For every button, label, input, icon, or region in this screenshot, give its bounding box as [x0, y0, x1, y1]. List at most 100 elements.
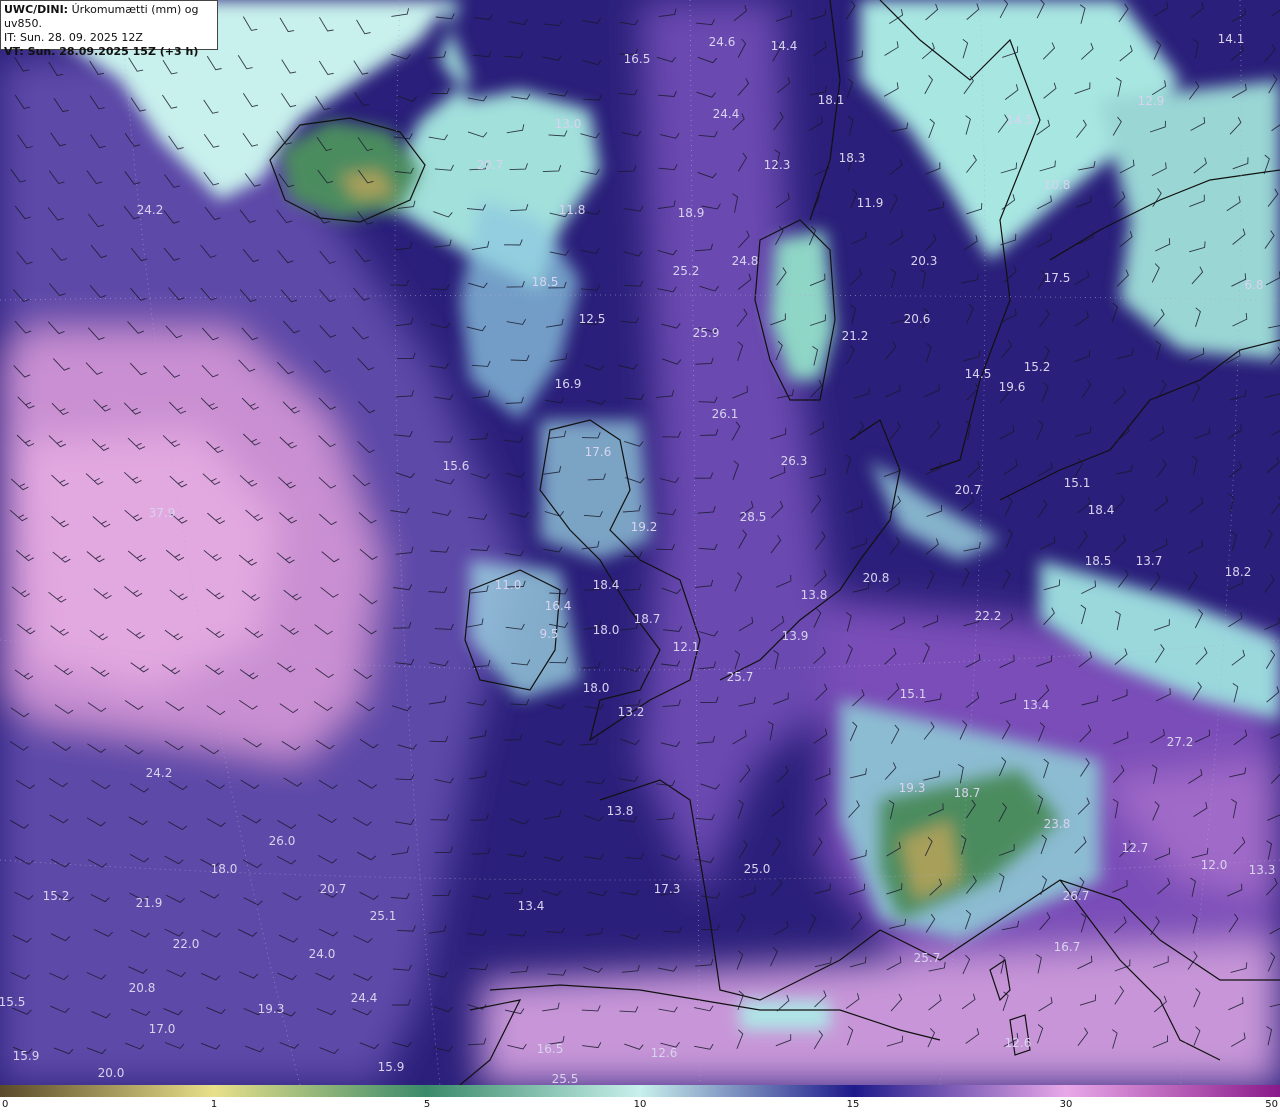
value-label: 18.5 [1085, 554, 1112, 568]
precipitable-water-map: 16.5 24.6 14.4 14.1 18.1 12.9 13.0 24.4 14.5 20.7… [0, 0, 1280, 1085]
colorbar-tick: 5 [423, 1099, 431, 1110]
value-label: 19.2 [631, 520, 658, 534]
value-label: 11.8 [559, 203, 586, 217]
value-label: 12.5 [579, 312, 606, 326]
value-label: 25.0 [744, 862, 771, 876]
value-label: 20.0 [98, 1066, 125, 1080]
value-label: 9.5 [539, 627, 558, 641]
value-label: 6.8 [1244, 278, 1263, 292]
value-label: 12.3 [764, 158, 791, 172]
value-label: 20.7 [955, 483, 982, 497]
colorbar-tick: 10 [633, 1099, 647, 1110]
value-label: 15.1 [1064, 476, 1091, 490]
value-label: 24.4 [351, 991, 378, 1005]
value-label: 10.8 [1044, 178, 1071, 192]
value-label: 15.2 [1024, 360, 1051, 374]
value-label: 18.3 [839, 151, 866, 165]
value-label: 19.3 [258, 1002, 285, 1016]
value-label: 13.0 [555, 117, 582, 131]
value-label: 26.3 [781, 454, 808, 468]
value-label: 25.5 [552, 1072, 579, 1085]
value-label: 18.4 [593, 578, 620, 592]
value-label: 24.4 [713, 107, 740, 121]
value-label: 13.3 [1249, 863, 1276, 877]
value-label: 37.9 [149, 506, 176, 520]
value-label: 20.7 [477, 158, 504, 172]
value-label: 12.1 [673, 640, 700, 654]
value-label: 18.1 [818, 93, 845, 107]
colorbar-tick: 50 [1265, 1099, 1278, 1110]
value-label: 16.7 [1054, 940, 1081, 954]
value-label: 17.3 [654, 882, 681, 896]
value-label: 17.0 [149, 1022, 176, 1036]
value-label: 12.6 [1005, 1036, 1032, 1050]
value-label: 24.0 [309, 947, 336, 961]
value-label: 13.2 [618, 705, 645, 719]
value-label: 28.5 [740, 510, 767, 524]
value-label: 18.0 [211, 862, 238, 876]
value-label: 13.9 [782, 629, 809, 643]
value-label: 27.2 [1167, 735, 1194, 749]
value-label: 26.1 [712, 407, 739, 421]
value-label: 18.5 [532, 275, 559, 289]
value-label: 15.1 [900, 687, 927, 701]
value-label: 15.2 [43, 889, 70, 903]
value-label: 16.9 [555, 377, 582, 391]
value-label: 15.9 [378, 1060, 405, 1074]
value-label: 26.7 [1063, 889, 1090, 903]
colorbar-tick: 15 [846, 1099, 860, 1110]
value-label: 25.9 [693, 326, 720, 340]
value-label: 20.7 [320, 882, 347, 896]
value-label: 18.2 [1225, 565, 1252, 579]
value-label: 16.4 [545, 599, 572, 613]
value-label: 25.7 [914, 951, 941, 965]
value-label: 19.6 [999, 380, 1026, 394]
value-label: 15.9 [13, 1049, 40, 1063]
value-label: 13.8 [607, 804, 634, 818]
value-label: 21.2 [842, 329, 869, 343]
value-label: 18.0 [593, 623, 620, 637]
colorbar-tick: 0 [2, 1099, 9, 1110]
value-label: 20.8 [863, 571, 890, 585]
header-title-line: UWC/DINI: Úrkomumætti (mm) og uv850. [4, 3, 214, 31]
header-box: UWC/DINI: Úrkomumætti (mm) og uv850. IT:… [0, 0, 218, 58]
value-label: 13.4 [1023, 698, 1050, 712]
valid-time: VT: Sun. 28.09.2025 15Z (+3 h) [4, 45, 199, 58]
value-label: 26.0 [269, 834, 296, 848]
value-label: 25.1 [370, 909, 397, 923]
value-label: 15.6 [443, 459, 470, 473]
value-label: 25.7 [727, 670, 754, 684]
value-label: 22.0 [173, 937, 200, 951]
value-label: 22.2 [975, 609, 1002, 623]
value-label: 15.5 [0, 995, 25, 1009]
colorbar-tick: 30 [1059, 1099, 1073, 1110]
value-label: 24.8 [732, 254, 759, 268]
value-label: 24.2 [146, 766, 173, 780]
value-label: 12.0 [1201, 858, 1228, 872]
value-label: 17.5 [1044, 271, 1071, 285]
value-label: 25.2 [673, 264, 700, 278]
value-label: 20.3 [911, 254, 938, 268]
value-label: 14.1 [1218, 32, 1245, 46]
colorbar-strip [0, 1085, 1280, 1097]
value-label: 11.9 [857, 196, 884, 210]
value-label: 12.7 [1122, 841, 1149, 855]
value-label: 18.0 [583, 681, 610, 695]
value-label: 13.4 [518, 899, 545, 913]
value-label: 14.4 [771, 39, 798, 53]
value-label: 17.6 [585, 445, 612, 459]
value-label: 14.5 [965, 367, 992, 381]
value-label: 24.6 [709, 35, 736, 49]
value-label: 23.8 [1044, 817, 1071, 831]
value-label: 18.7 [954, 786, 981, 800]
value-label: 18.7 [634, 612, 661, 626]
init-time: IT: Sun. 28. 09. 2025 12Z [4, 31, 143, 44]
value-label: 16.5 [537, 1042, 564, 1056]
value-label: 20.8 [129, 981, 156, 995]
value-label: 13.7 [1136, 554, 1163, 568]
value-label: 18.4 [1088, 503, 1115, 517]
value-label: 12.6 [651, 1046, 678, 1060]
value-label: 13.8 [801, 588, 828, 602]
value-label: 20.6 [904, 312, 931, 326]
value-label: 18.9 [678, 206, 705, 220]
